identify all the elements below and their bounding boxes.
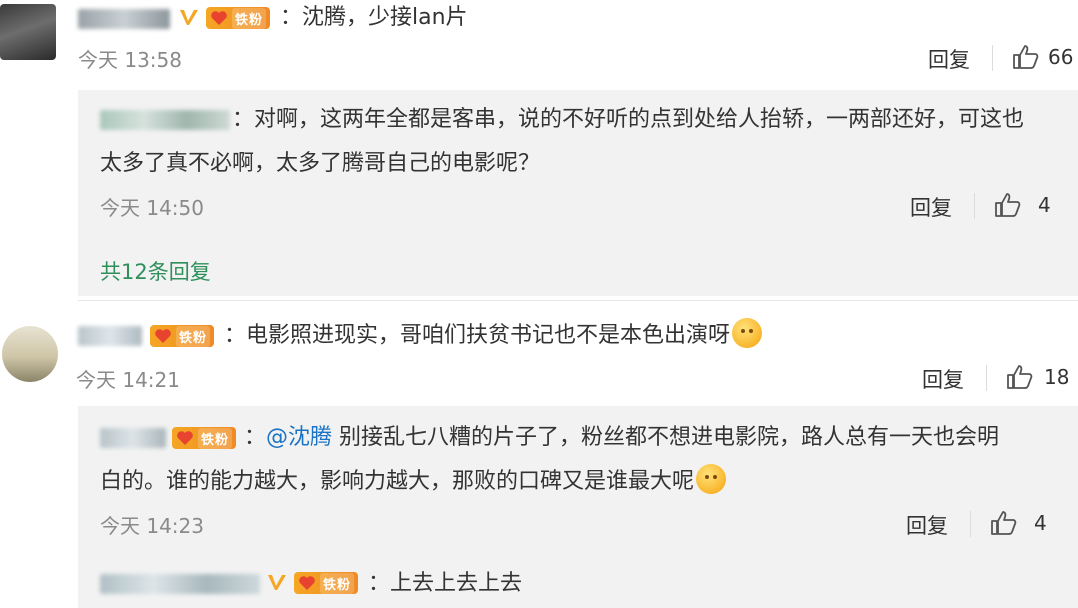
separator	[986, 365, 987, 391]
like-count: 66	[1048, 45, 1074, 69]
more-replies-link[interactable]: 共12条回复	[100, 256, 211, 286]
fan-badge-label: 铁粉	[232, 7, 267, 29]
heart-icon	[294, 572, 320, 594]
reply-text-line: 太多了真不必啊，太多了腾哥自己的电影呢？	[100, 151, 541, 176]
username-blurred[interactable]	[78, 326, 142, 346]
heart-icon	[206, 7, 232, 29]
comment-text: ：电影照进现实，哥咱们扶贫书记也不是本色出演呀	[224, 316, 763, 356]
username-blurred[interactable]	[100, 574, 260, 594]
reply-text-content: 白的。谁的能力越大，影响力越大，那败的口碑又是谁最大呢	[100, 469, 695, 494]
mention-link[interactable]: @沈腾	[266, 425, 332, 450]
like-count: 4	[1034, 511, 1047, 535]
reply-button[interactable]: 回复	[906, 510, 948, 540]
reply-text-line: ：对啊，这两年全都是客串，说的不好听的点到处给人抬轿，一两部还好，可这也	[232, 107, 1025, 132]
fan-badge-label: 铁粉	[320, 572, 355, 594]
comment-time: 今天 13:58	[78, 48, 182, 72]
reply-button[interactable]: 回复	[910, 192, 952, 222]
divider	[78, 300, 1078, 301]
fan-badge: 铁粉	[294, 572, 359, 594]
reply-text-line: ：@沈腾 别接乱七八糟的片子了，粉丝都不想进电影院，路人总有一天也会明	[244, 418, 999, 458]
fan-badge: 铁粉	[206, 7, 271, 29]
username-blurred[interactable]	[100, 428, 166, 448]
separator	[992, 45, 993, 71]
verified-v-icon	[178, 7, 200, 29]
separator	[970, 511, 971, 537]
like-count: 18	[1044, 365, 1070, 389]
verified-v-icon	[266, 572, 288, 594]
avatar[interactable]	[2, 326, 58, 382]
reply-time: 今天 14:50	[100, 196, 204, 220]
fan-badge: 铁粉	[172, 427, 237, 449]
fan-badge: 铁粉	[150, 325, 215, 347]
separator	[974, 193, 975, 219]
comment-time: 今天 14:21	[76, 368, 180, 392]
fan-badge-label: 铁粉	[176, 325, 211, 347]
reply-text-line: 白的。谁的能力越大，影响力越大，那败的口碑又是谁最大呢	[100, 462, 727, 502]
heart-icon	[172, 427, 198, 449]
reply-text-content: 别接乱七八糟的片子了，粉丝都不想进电影院，路人总有一天也会明	[332, 425, 1000, 450]
like-icon[interactable]	[1012, 44, 1040, 74]
comment-text: ：沈腾，少接lan片	[280, 5, 468, 30]
comment-text-content: ：电影照进现实，哥咱们扶贫书记也不是本色出演呀	[224, 323, 731, 348]
reply-time: 今天 14:23	[100, 514, 204, 538]
avatar[interactable]	[0, 4, 56, 60]
reply-button[interactable]: 回复	[928, 44, 970, 74]
heart-icon	[150, 325, 176, 347]
reply-button[interactable]: 回复	[922, 364, 964, 394]
username-blurred[interactable]	[78, 9, 170, 29]
shy-emoji-icon	[732, 318, 763, 348]
like-icon[interactable]	[994, 192, 1022, 222]
reply-text-line: ：上去上去上去	[368, 571, 523, 596]
shy-emoji-icon	[696, 464, 727, 494]
like-icon[interactable]	[990, 510, 1018, 540]
fan-badge-label: 铁粉	[198, 427, 233, 449]
reply-prefix: ：	[244, 425, 267, 450]
like-count: 4	[1038, 193, 1051, 217]
username-blurred[interactable]	[100, 110, 230, 130]
like-icon[interactable]	[1006, 364, 1034, 394]
